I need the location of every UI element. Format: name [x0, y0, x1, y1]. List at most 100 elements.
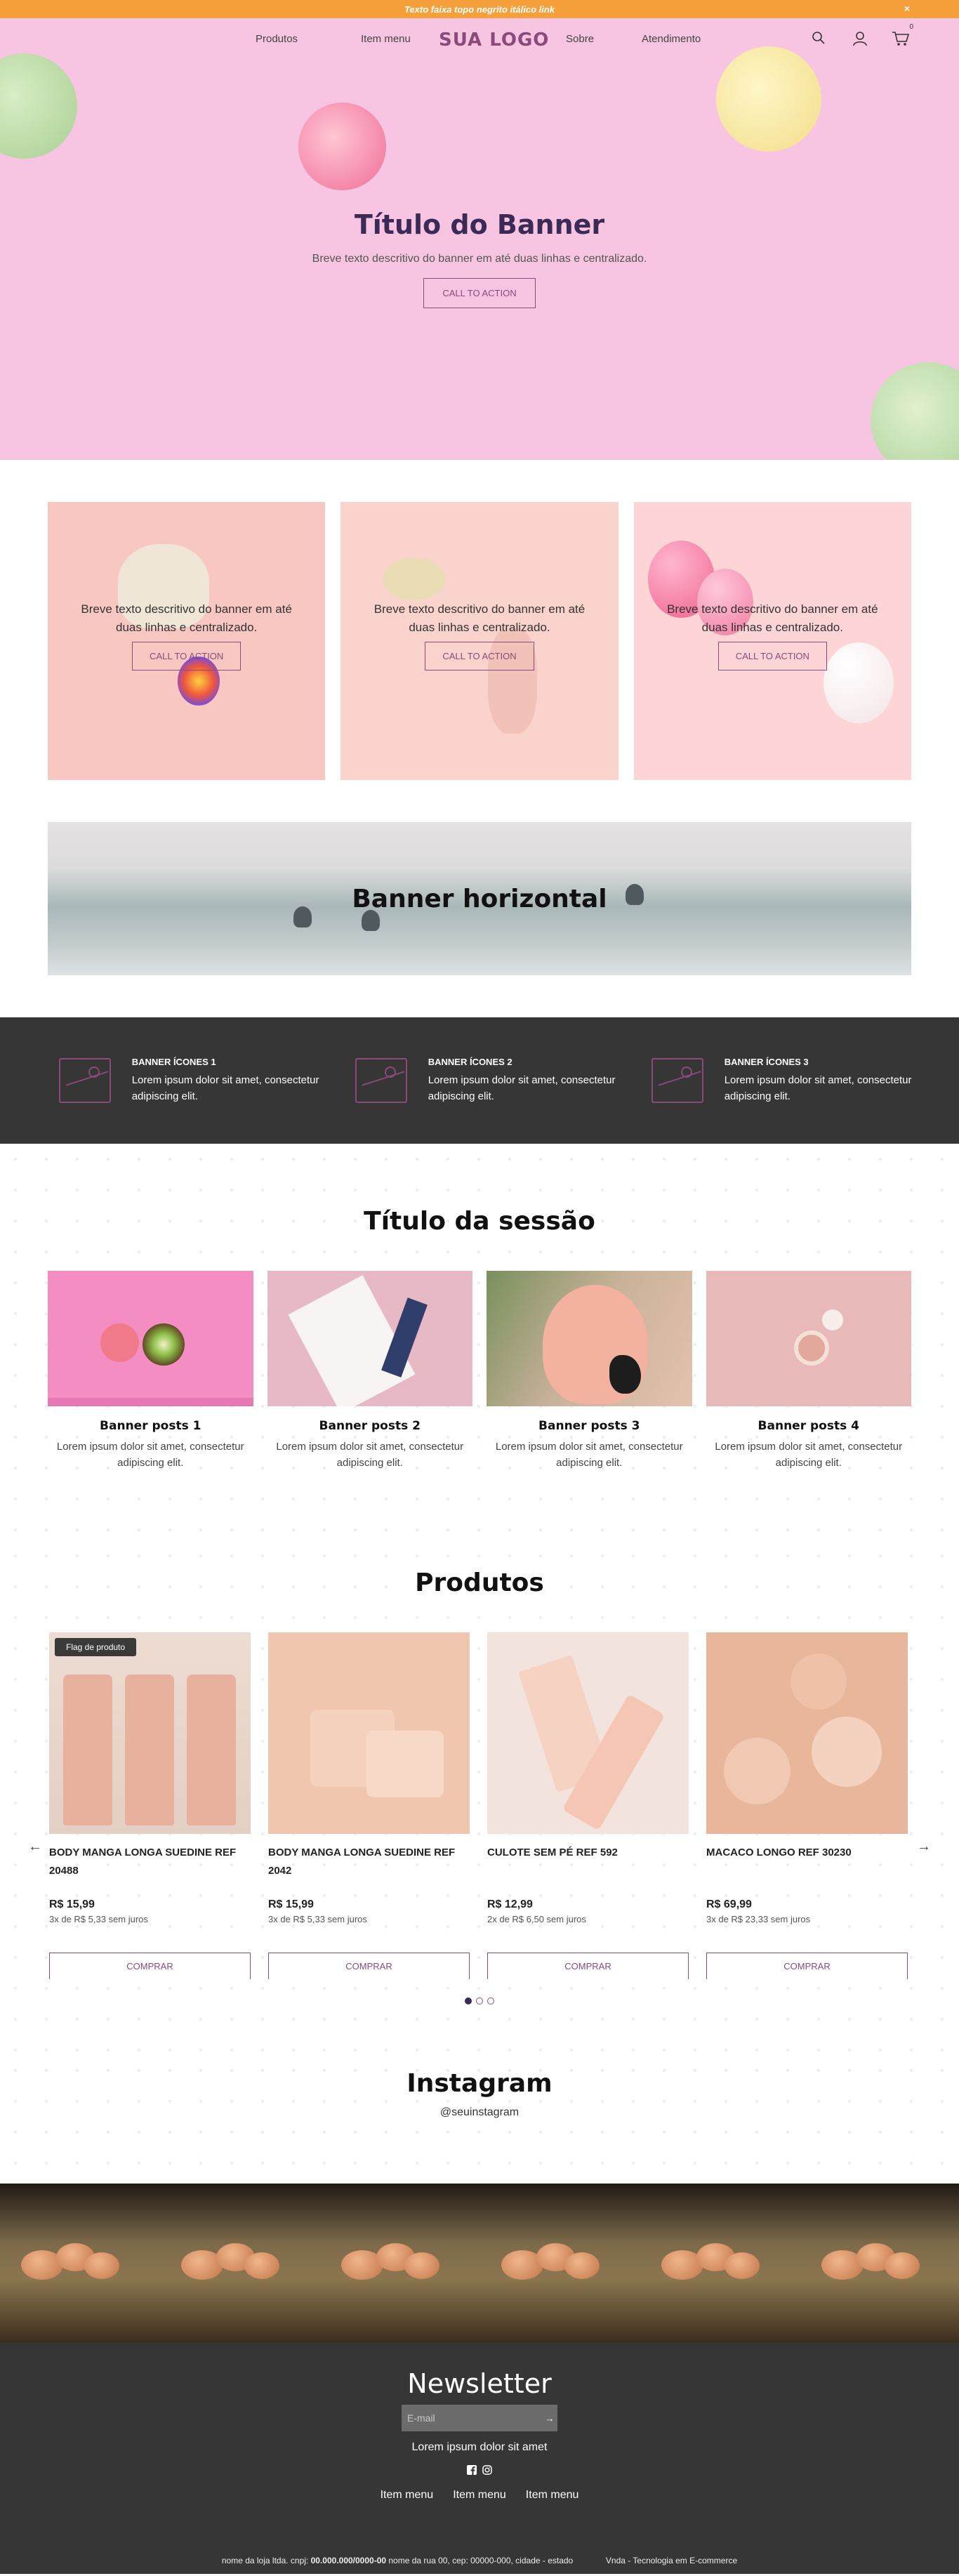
product-name[interactable]: BODY MANGA LONGA SUEDINE REF 20488	[49, 1844, 251, 1894]
nav-item-produtos[interactable]: Produtos	[256, 33, 298, 45]
newsletter-email-input[interactable]	[402, 2405, 542, 2431]
product-card-1[interactable]: Flag de produto BODY MANGA LONGA SUEDINE…	[49, 1632, 251, 1979]
section-title: Título da sessão	[364, 1207, 595, 1236]
banner-cta-button[interactable]: CALL TO ACTION	[132, 642, 242, 671]
instagram-post[interactable]	[160, 2184, 320, 2343]
product-installments: 3x de R$ 5,33 sem juros	[49, 1914, 148, 1924]
banner-card-3[interactable]: Breve texto descritivo do banner em até …	[633, 502, 911, 780]
macaron-image	[716, 46, 821, 152]
product-price: R$ 15,99	[268, 1898, 314, 1910]
carousel-dot[interactable]	[465, 1997, 472, 2004]
footer-menu-item[interactable]: Item menu	[526, 2489, 579, 2502]
product-image[interactable]	[268, 1632, 470, 1834]
product-name[interactable]: CULOTE SEM PÉ REF 592	[487, 1844, 689, 1894]
buy-button[interactable]: COMPRAR	[268, 1953, 470, 1979]
post-image	[487, 1271, 692, 1406]
post-text: Lorem ipsum dolor sit amet, consectetur …	[56, 1441, 244, 1469]
user-icon[interactable]	[852, 31, 868, 50]
footer-menu-item[interactable]: Item menu	[381, 2489, 434, 2502]
product-price: R$ 15,99	[49, 1898, 95, 1910]
post-card-4[interactable]: Banner posts 4 Lorem ipsum dolor sit ame…	[706, 1271, 911, 1472]
post-image	[706, 1271, 911, 1406]
swimmer-image	[293, 906, 312, 927]
product-name[interactable]: BODY MANGA LONGA SUEDINE REF 2042	[268, 1844, 470, 1894]
product-installments: 2x de R$ 6,50 sem juros	[487, 1914, 586, 1924]
post-title: Banner posts 1	[100, 1419, 201, 1433]
macaron-image	[0, 53, 77, 159]
footer-menu-item[interactable]: Item menu	[453, 2489, 506, 2502]
hero-description: Breve texto descritivo do banner em até …	[312, 253, 647, 265]
icon-banner-2: BANNER ÍCONES 2 Lorem ipsum dolor sit am…	[355, 1057, 652, 1104]
products-carousel: Flag de produto BODY MANGA LONGA SUEDINE…	[49, 1632, 910, 1979]
horizontal-banner[interactable]: Banner horizontal	[48, 822, 911, 975]
carousel-prev-arrow-icon[interactable]: ←	[28, 1839, 42, 1855]
icon-banner-title: BANNER ÍCONES 1	[131, 1057, 216, 1067]
nav-item-sobre[interactable]: Sobre	[566, 33, 594, 45]
post-image	[48, 1271, 253, 1406]
post-card-1[interactable]: Banner posts 1 Lorem ipsum dolor sit ame…	[48, 1271, 253, 1472]
hero-title: Título do Banner	[354, 209, 605, 240]
instagram-icon[interactable]	[482, 2465, 492, 2475]
buy-button[interactable]: COMPRAR	[706, 1953, 908, 1979]
product-name[interactable]: MACACO LONGO REF 30230	[706, 1844, 908, 1894]
icon-banner-title: BANNER ÍCONES 2	[428, 1057, 512, 1067]
announcement-text[interactable]: Texto faixa topo negrito itálico link	[404, 4, 555, 15]
image-placeholder-icon	[59, 1058, 111, 1103]
instagram-post[interactable]	[320, 2184, 480, 2343]
hero-cta-button[interactable]: CALL TO ACTION	[423, 278, 536, 308]
instagram-post[interactable]	[800, 2184, 959, 2343]
banner-cta-button[interactable]: CALL TO ACTION	[425, 642, 534, 671]
carousel-pagination	[0, 1997, 959, 2004]
newsletter-description: Lorem ipsum dolor sit amet	[411, 2441, 548, 2453]
cart-icon[interactable]: 0	[892, 23, 913, 50]
product-image[interactable]	[487, 1632, 689, 1834]
product-card-2[interactable]: BODY MANGA LONGA SUEDINE REF 2042 R$ 15,…	[268, 1632, 470, 1979]
carousel-dot[interactable]	[476, 1997, 483, 2004]
company-cnpj: 00.000.000/0000-00	[310, 2556, 387, 2565]
instagram-post[interactable]	[0, 2184, 160, 2343]
instagram-handle[interactable]: @seuinstagram	[0, 2106, 959, 2119]
footer-legal: nome da loja ltda. cnpj: 00.000.000/0000…	[0, 2556, 959, 2565]
product-flag-badge: Flag de produto	[55, 1638, 137, 1656]
product-card-3[interactable]: CULOTE SEM PÉ REF 592 R$ 12,99 2x de R$ …	[487, 1632, 689, 1979]
site-logo[interactable]: SUA LOGO	[439, 29, 549, 51]
post-card-3[interactable]: Banner posts 3 Lorem ipsum dolor sit ame…	[487, 1271, 692, 1472]
image-placeholder-icon	[652, 1058, 703, 1103]
cart-count-badge: 0	[909, 23, 913, 31]
product-installments: 3x de R$ 23,33 sem juros	[706, 1914, 811, 1924]
post-card-2[interactable]: Banner posts 2 Lorem ipsum dolor sit ame…	[267, 1271, 472, 1472]
buy-button[interactable]: COMPRAR	[49, 1953, 251, 1979]
carousel-dot[interactable]	[487, 1997, 494, 2004]
product-card-4[interactable]: MACACO LONGO REF 30230 R$ 69,99 3x de R$…	[706, 1632, 908, 1979]
product-image[interactable]	[706, 1632, 908, 1834]
nav-item-atendimento[interactable]: Atendimento	[642, 33, 701, 45]
instagram-post[interactable]	[480, 2184, 640, 2343]
icon-banner-3: BANNER ÍCONES 3 Lorem ipsum dolor sit am…	[652, 1057, 948, 1104]
banner-card-2[interactable]: Breve texto descritivo do banner em até …	[340, 502, 619, 780]
icon-banners-strip: BANNER ÍCONES 1 Lorem ipsum dolor sit am…	[0, 1017, 959, 1144]
newsletter-submit-button[interactable]: →	[542, 2405, 557, 2431]
carousel-next-arrow-icon[interactable]: →	[917, 1839, 931, 1855]
banner-card-body: Breve texto descritivo do banner em até …	[48, 600, 325, 671]
platform-credit[interactable]: Vnda - Tecnologia em E-commerce	[606, 2556, 737, 2565]
posts-section: Título da sessão Banner posts 1 Lorem ip…	[0, 1144, 959, 1540]
nav-item-menu[interactable]: Item menu	[361, 33, 411, 45]
main-navigation: Produtos Item menu SUA LOGO Sobre Atendi…	[0, 18, 959, 60]
banner-card-text: Breve texto descritivo do banner em até …	[81, 602, 292, 634]
dried-flowers-image	[383, 558, 447, 600]
product-image[interactable]: Flag de produto	[49, 1632, 251, 1834]
banner-cta-button[interactable]: CALL TO ACTION	[717, 642, 827, 671]
search-icon[interactable]	[812, 31, 826, 48]
banner-card-1[interactable]: Breve texto descritivo do banner em até …	[48, 502, 326, 780]
instagram-section: Instagram @seuinstagram	[0, 2055, 959, 2184]
facebook-icon[interactable]	[467, 2465, 477, 2475]
horizontal-banner-title: Banner horizontal	[352, 884, 607, 913]
hero-banner: Produtos Item menu SUA LOGO Sobre Atendi…	[0, 18, 959, 460]
instagram-post[interactable]	[640, 2184, 800, 2343]
close-icon[interactable]: ×	[904, 3, 910, 14]
banner-card-body: Breve texto descritivo do banner em até …	[340, 600, 618, 671]
icon-banner-title: BANNER ÍCONES 3	[724, 1057, 809, 1067]
buy-button[interactable]: COMPRAR	[487, 1953, 689, 1979]
banner-trio: Breve texto descritivo do banner em até …	[48, 502, 911, 780]
icon-banner-text: Lorem ipsum dolor sit amet, consectetur …	[724, 1074, 912, 1102]
